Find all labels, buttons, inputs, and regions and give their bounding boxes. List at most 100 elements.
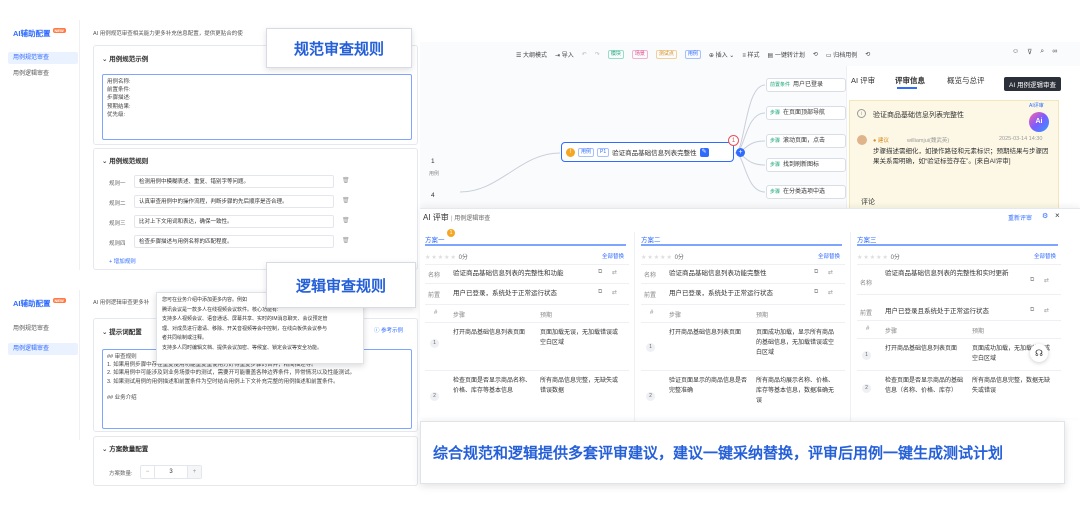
delete-icon[interactable]: 🗑 bbox=[342, 237, 350, 244]
plan-count-header[interactable]: ⌄ 方案数量配置 bbox=[102, 443, 148, 453]
chat-icon[interactable]: ☺ bbox=[1012, 48, 1019, 56]
mindmap-node[interactable]: 步骤 在分类选项中选 bbox=[766, 185, 846, 199]
expected-text[interactable]: 页面加载无误，无加载错误或空白区域 bbox=[540, 328, 620, 348]
expected-text[interactable]: 所有商品均展示名称、价格、库存等基本信息，数据准确无误 bbox=[756, 376, 836, 420]
plan-precondition[interactable]: 用户已登录，系统处于正常运行状态 bbox=[669, 289, 809, 298]
plan-count-value[interactable]: 3 bbox=[155, 466, 187, 478]
col-expected: 预期 bbox=[756, 313, 769, 319]
sidebar-item-spec-review[interactable]: 用例规范审查 bbox=[8, 52, 78, 64]
col-num: # bbox=[866, 326, 870, 332]
rule-input[interactable]: 认真审查用例中的操作流程，判断步骤的先后顺序是否合理。 bbox=[134, 195, 334, 208]
step-text[interactable]: 检查页面是否显示商品的基础信息（名称、价格、库存） bbox=[885, 376, 965, 416]
comment-count-badge: 1 bbox=[728, 135, 739, 146]
sidebar-item-logic-review[interactable]: 用例逻辑审查 bbox=[8, 68, 78, 80]
sidebar-item-spec-review[interactable]: 用例规范审查 bbox=[8, 323, 78, 335]
prompt-line: 3. 如果测试用例的用例描述和前置条件为空时结合用例上下文补充完整的用例描述和前… bbox=[107, 378, 339, 385]
plan-count-stepper[interactable]: − 3 + bbox=[140, 465, 202, 479]
step-text[interactable]: 检查页面是否显示商品名称、价格、库存等基本信息 bbox=[453, 376, 533, 416]
replace-all-button[interactable]: 全部替换 bbox=[818, 252, 840, 260]
center-case-node[interactable]: ! 用例 P1 验证商品基础信息列表完整性 ✎ bbox=[561, 142, 734, 162]
copy-icon[interactable]: ⧉ bbox=[1030, 307, 1034, 314]
copy-icon[interactable]: ⧉ bbox=[1030, 277, 1034, 284]
swap-icon[interactable]: ⇄ bbox=[612, 269, 617, 276]
rule-input[interactable]: 检查步骤描述与用例名称的匹配程度。 bbox=[134, 235, 334, 248]
refresh-icon[interactable]: ⟲ bbox=[865, 51, 870, 58]
plan-tag[interactable]: 方案一 bbox=[425, 234, 445, 244]
logic-review-tooltip: AI 用例逻辑审查 bbox=[1004, 77, 1061, 91]
decrement-button[interactable]: − bbox=[141, 466, 155, 478]
step-number: 1 bbox=[862, 351, 871, 360]
plan-precondition[interactable]: 用户已登录且系统处于正常运行状态 bbox=[885, 307, 1025, 316]
tab-review-info[interactable]: 评审信息 bbox=[895, 75, 925, 86]
prompt-section-header[interactable]: ⌄ 提示词配置 bbox=[102, 326, 142, 336]
swap-icon[interactable]: ⇄ bbox=[828, 289, 833, 296]
new-badge: NEW bbox=[52, 28, 66, 33]
delete-icon[interactable]: 🗑 bbox=[342, 177, 350, 184]
priority-tag: P1 bbox=[597, 147, 610, 157]
tab-overview[interactable]: 概览与总评 bbox=[947, 75, 985, 86]
step-text[interactable]: 打开商品基础信息列表页面 bbox=[885, 344, 965, 354]
step-text[interactable]: 打开商品基础信息列表页面 bbox=[669, 328, 749, 338]
mindmap-node[interactable]: 步骤 在页面顶部导航 bbox=[766, 106, 846, 120]
close-icon[interactable]: × bbox=[1055, 211, 1060, 220]
comment-label[interactable]: 评论 bbox=[861, 197, 875, 207]
settings-icon[interactable]: ⚙ bbox=[1042, 212, 1048, 220]
rule-input[interactable]: 比对上下文用词和表达，确保一致性。 bbox=[134, 215, 334, 228]
step-text[interactable]: 打开商品基础信息列表页面 bbox=[453, 328, 533, 338]
example-textarea[interactable]: 用例名称: 前置条件: 步骤描述: 预期结果: 优先级: bbox=[102, 74, 412, 140]
expected-text[interactable]: 所有商品信息完整，数据无缺失或错误 bbox=[972, 376, 1052, 416]
step-number: 2 bbox=[430, 392, 439, 401]
expand-icon[interactable]: + bbox=[736, 148, 745, 157]
link-icon[interactable]: ∞ bbox=[1052, 48, 1057, 56]
tab-ai-review[interactable]: AI 评审 bbox=[851, 75, 875, 86]
rule-input[interactable]: 检测用例中模糊表述、重复、错别字等问题。 bbox=[134, 175, 334, 188]
rereview-button[interactable]: 重新评审 bbox=[1008, 213, 1032, 222]
plan-case-name[interactable]: 验证商品基础信息列表的完整性和功能 bbox=[453, 269, 593, 278]
delete-icon[interactable]: 🗑 bbox=[342, 217, 350, 224]
plan-case-name[interactable]: 验证商品基础信息列表功能完整性 bbox=[669, 269, 809, 278]
plan-tag[interactable]: 方案三 bbox=[857, 234, 877, 244]
expected-text[interactable]: 页面成功加载，显示所有商品的基础信息，无加载错误或空白区域 bbox=[756, 328, 838, 368]
pre-label: 前置 bbox=[860, 311, 873, 317]
left-number-sub: 用例 bbox=[429, 171, 440, 177]
info-icon: i bbox=[857, 109, 866, 118]
copy-icon[interactable]: ⧉ bbox=[814, 269, 818, 276]
swap-icon[interactable]: ⇄ bbox=[612, 289, 617, 296]
plan-case-name[interactable]: 验证商品基础信息列表的完整性和实时更新 bbox=[885, 269, 1025, 278]
search-icon[interactable]: ⌕ bbox=[1040, 48, 1044, 56]
copy-icon[interactable]: ⧉ bbox=[598, 289, 602, 296]
swap-icon[interactable]: ⇄ bbox=[1044, 307, 1049, 314]
rules-section-header[interactable]: ⌄ 用例规范规则 bbox=[102, 155, 148, 165]
increment-button[interactable]: + bbox=[187, 466, 201, 478]
col-step: 步骤 bbox=[669, 313, 682, 319]
reference-example-link[interactable]: ⓘ 参考示例 bbox=[374, 326, 403, 334]
swap-icon[interactable]: ⇄ bbox=[1044, 277, 1049, 284]
plan-tag[interactable]: 方案二 bbox=[641, 234, 661, 244]
mindmap-node[interactable]: 步骤 滚动页面，点击 bbox=[766, 134, 846, 148]
support-headset-icon[interactable]: ☊ bbox=[1030, 344, 1048, 362]
replace-all-button[interactable]: 全部替换 bbox=[602, 252, 624, 260]
advice-tag: ● 建议 bbox=[873, 138, 889, 144]
filter-icon[interactable]: ⊽ bbox=[1027, 48, 1032, 56]
plan-underline bbox=[425, 244, 626, 246]
delete-icon[interactable]: 🗑 bbox=[342, 197, 350, 204]
copy-icon[interactable]: ⧉ bbox=[598, 269, 602, 276]
plan-column-1: 方案一 1 ★★★★★ 0分 全部替换 名称 验证商品基础信息列表的完整性和功能… bbox=[420, 229, 635, 422]
rule-label: 规则二 bbox=[109, 201, 126, 207]
mindmap-node[interactable]: 前置条件 用户已登录 bbox=[766, 78, 846, 92]
swap-icon[interactable]: ⇄ bbox=[828, 269, 833, 276]
tooltip-line: 者共同绘制或注释。 bbox=[162, 335, 208, 341]
expected-text[interactable]: 所有商品信息完整，无缺失或错误数据 bbox=[540, 376, 620, 396]
mindmap-node[interactable]: 步骤 找到刷新图标 bbox=[766, 158, 846, 172]
plan-precondition[interactable]: 用户已登录，系统处于正常运行状态 bbox=[453, 289, 593, 298]
step-text[interactable]: 验证页面显示的商品信息是否完整准确 bbox=[669, 376, 749, 396]
col-expected: 预期 bbox=[540, 313, 553, 319]
copy-icon[interactable]: ⧉ bbox=[814, 289, 818, 296]
ai-logo-icon: Ai bbox=[1029, 112, 1049, 132]
example-section-header[interactable]: ⌄ 用例规范示例 bbox=[102, 53, 148, 63]
sidebar-item-logic-review[interactable]: 用例逻辑审查 bbox=[8, 343, 78, 355]
replace-all-button[interactable]: 全部替换 bbox=[1034, 252, 1056, 260]
rule-label: 规则四 bbox=[109, 241, 126, 247]
edit-icon[interactable]: ✎ bbox=[699, 147, 709, 157]
add-rule-button[interactable]: + 增加规则 bbox=[109, 257, 136, 265]
